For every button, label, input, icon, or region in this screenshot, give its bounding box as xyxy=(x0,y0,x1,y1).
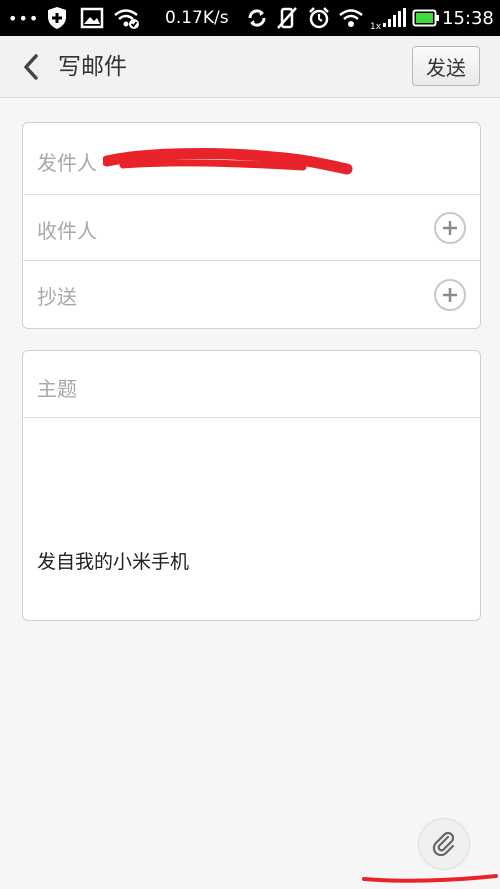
alarm-icon xyxy=(307,0,331,36)
from-row[interactable]: 发件人 xyxy=(23,123,480,195)
plus-icon xyxy=(443,221,457,235)
sync-icon xyxy=(246,0,268,36)
plus-icon xyxy=(443,288,457,302)
subject-row[interactable]: 主题 xyxy=(23,351,480,418)
cc-label: 抄送 xyxy=(37,285,77,309)
redaction-scribble xyxy=(103,148,353,175)
to-label: 收件人 xyxy=(37,219,97,243)
annotation-underline xyxy=(362,874,498,883)
message-card: 主题 发自我的小米手机 xyxy=(22,350,481,621)
cc-row[interactable]: 抄送 xyxy=(23,261,480,328)
battery-icon xyxy=(412,0,440,36)
subject-field[interactable]: 主题 xyxy=(37,373,77,402)
shield-icon xyxy=(46,0,68,36)
add-cc-button[interactable] xyxy=(434,279,466,311)
add-recipient-button[interactable] xyxy=(434,212,466,244)
attach-button[interactable] xyxy=(418,818,470,870)
paperclip-icon xyxy=(432,831,455,857)
body-editor[interactable]: 发自我的小米手机 xyxy=(23,418,480,620)
to-row[interactable]: 收件人 xyxy=(23,195,480,261)
from-label: 发件人 xyxy=(37,151,97,175)
vibrate-off-icon xyxy=(276,0,298,36)
more-dots: ••• xyxy=(8,8,40,28)
signal-icon xyxy=(382,0,408,36)
wifi-check-icon xyxy=(113,0,141,36)
status-bar: ••• 0.17K/s 1x 15:38 xyxy=(0,0,500,36)
chevron-left-icon[interactable] xyxy=(18,52,46,82)
wifi-icon xyxy=(338,0,364,36)
network-speed: 0.17K/s xyxy=(165,8,229,28)
clock: 15:38 xyxy=(442,7,494,29)
page-title: 写邮件 xyxy=(58,54,127,80)
send-button[interactable]: 发送 xyxy=(412,46,480,86)
image-icon xyxy=(80,0,104,36)
signature-text: 发自我的小米手机 xyxy=(37,551,190,573)
app-bar: 写邮件 发送 xyxy=(0,36,500,98)
recipients-card: 发件人 收件人 抄送 xyxy=(22,122,481,329)
